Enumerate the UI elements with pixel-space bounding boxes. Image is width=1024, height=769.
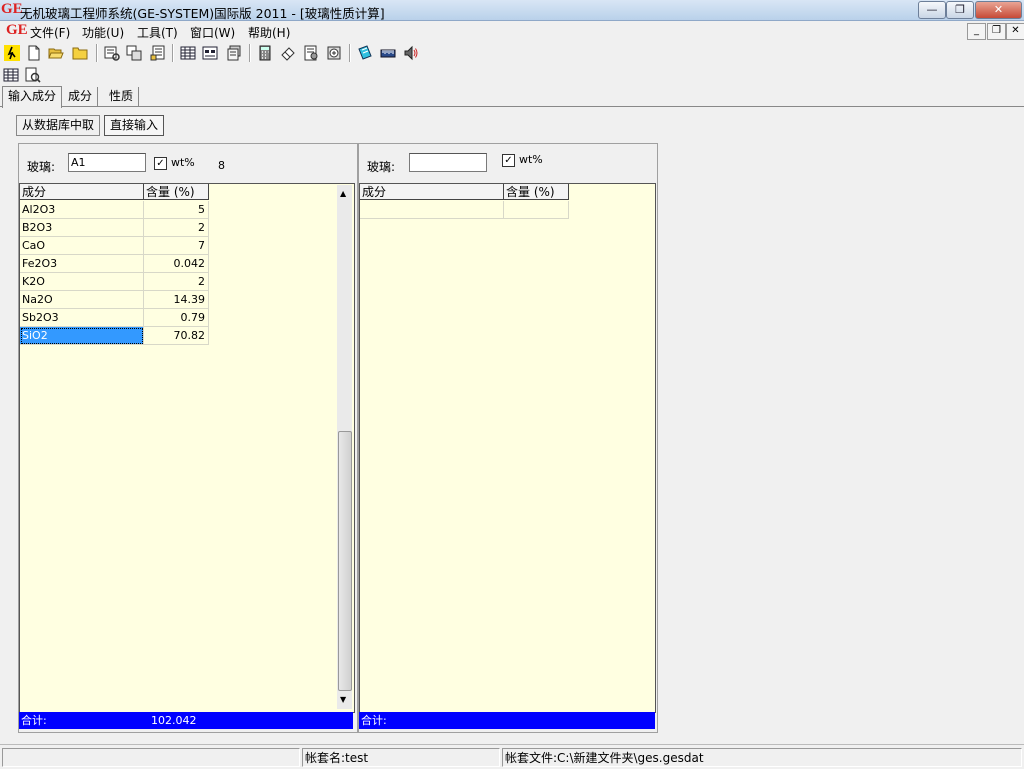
menu-function[interactable]: 功能(U) (82, 24, 124, 41)
header-component[interactable]: 成分 (20, 184, 144, 200)
open-file-icon[interactable] (48, 45, 64, 61)
header-content[interactable]: 含量 (%) (504, 184, 569, 200)
status-bar: 帐套名:test 帐套文件:C:\新建文件夹\ges.gesdat (0, 744, 1024, 769)
scroll-down-icon[interactable]: ▼ (340, 695, 346, 704)
component-content-cell[interactable]: 70.82 (144, 327, 209, 345)
menu-tools[interactable]: 工具(T) (137, 24, 178, 41)
secondary-toolbar (0, 64, 200, 84)
speaker-icon[interactable] (403, 45, 419, 61)
tab-properties[interactable]: 性质 (104, 87, 140, 106)
glass-name-input[interactable]: A1 (68, 153, 146, 172)
component-content-cell[interactable]: 14.39 (144, 291, 209, 309)
component-count: 8 (218, 159, 225, 172)
component-content-cell[interactable]: 0.79 (144, 309, 209, 327)
menu-window[interactable]: 窗口(W) (190, 24, 235, 41)
title-bar: GE 无机玻璃工程师系统(GE-SYSTEM)国际版 2011 - [玻璃性质计… (0, 0, 1024, 21)
vertical-scrollbar[interactable]: ▲ ▼ (337, 185, 352, 709)
toolbar (0, 42, 1024, 64)
right-total-bar: 合计: (359, 712, 655, 729)
tab-baseline (0, 106, 1024, 107)
from-database-button[interactable]: 从数据库中取 (16, 115, 101, 136)
table-icon[interactable] (180, 45, 196, 61)
component-content-cell[interactable]: 5 (144, 201, 209, 219)
tab-input-composition[interactable]: 输入成分 (2, 86, 63, 108)
empty-cell[interactable] (360, 201, 504, 219)
exit-icon[interactable] (4, 45, 20, 61)
form-icon[interactable] (202, 45, 218, 61)
toolbar-separator (349, 44, 351, 62)
component-content-cell[interactable]: 0.042 (144, 255, 209, 273)
component-name-cell[interactable]: SiO2 (20, 327, 144, 345)
preview-icon[interactable] (25, 67, 41, 83)
glass-label: 玻璃: (367, 160, 396, 174)
empty-cell[interactable] (504, 201, 569, 219)
child-minimize-button[interactable]: _ (967, 23, 986, 40)
component-name-cell[interactable]: Al2O3 (20, 201, 144, 219)
menu-file[interactable]: 文件(F) (30, 24, 70, 41)
scroll-thumb[interactable] (338, 431, 352, 691)
direct-input-button[interactable]: 直接输入 (104, 115, 165, 136)
header-content[interactable]: 含量 (%) (144, 184, 209, 200)
new-file-icon[interactable] (26, 45, 42, 61)
child-close-button[interactable]: ✕ (1006, 23, 1024, 40)
database-icon[interactable] (326, 45, 342, 61)
export-icon[interactable] (150, 45, 166, 61)
wt-percent-checkbox[interactable]: ✓ (154, 157, 167, 170)
menu-bar: GE 文件(F) 功能(U) 工具(T) 窗口(W) 帮助(H) _ ❐ ✕ (0, 21, 1024, 41)
component-name-cell[interactable]: Na2O (20, 291, 144, 309)
stack-icon[interactable] (226, 45, 242, 61)
grid-icon[interactable] (3, 67, 19, 83)
restore-button[interactable]: ❐ (946, 1, 974, 19)
minimize-button[interactable]: — (918, 1, 946, 19)
component-name-cell[interactable]: Fe2O3 (20, 255, 144, 273)
component-name-cell[interactable]: B2O3 (20, 219, 144, 237)
toolbar-separator (249, 44, 251, 62)
total-label: 合计: (361, 714, 387, 727)
status-account: 帐套名:test (302, 748, 500, 767)
status-cell-empty (2, 748, 300, 767)
component-name-cell[interactable]: CaO (20, 237, 144, 255)
left-composition-grid: 成分 含量 (%) Al2O3 5 B2O3 2 CaO 7 Fe2O3 0.042 K2O 2 N… (19, 183, 355, 713)
toolbar-separator (172, 44, 174, 62)
scroll-up-icon[interactable]: ▲ (340, 189, 346, 198)
header-component[interactable]: 成分 (360, 184, 504, 200)
query-icon[interactable] (104, 45, 120, 61)
menu-help[interactable]: 帮助(H) (248, 24, 290, 41)
toolbar-separator (96, 44, 98, 62)
window-title: 无机玻璃工程师系统(GE-SYSTEM)国际版 2011 - [玻璃性质计算] (20, 6, 385, 21)
total-label: 合计: (21, 714, 47, 727)
close-button[interactable]: ✕ (975, 1, 1022, 19)
left-total-bar: 合计: 102.042 (19, 712, 353, 729)
eraser-icon[interactable] (280, 45, 296, 61)
total-value: 102.042 (151, 714, 197, 727)
notebook-icon[interactable] (357, 45, 373, 61)
glass-label: 玻璃: (27, 160, 56, 174)
analysis-icon[interactable] (303, 45, 319, 61)
wt-percent-checkbox[interactable]: ✓ (502, 154, 515, 167)
component-name-cell[interactable]: K2O (20, 273, 144, 291)
data-transfer-icon[interactable] (126, 45, 142, 61)
component-content-cell[interactable]: 2 (144, 273, 209, 291)
component-name-cell[interactable]: Sb2O3 (20, 309, 144, 327)
glass-name-input[interactable] (409, 153, 487, 172)
calculator-icon[interactable] (257, 45, 273, 61)
component-content-cell[interactable]: 7 (144, 237, 209, 255)
tab-composition[interactable]: 成分 (63, 87, 99, 106)
ruler-icon[interactable] (380, 45, 396, 61)
component-content-cell[interactable]: 2 (144, 219, 209, 237)
right-composition-grid: 成分 含量 (%) (359, 183, 656, 713)
wt-percent-label: wt% (171, 156, 195, 169)
child-restore-button[interactable]: ❐ (987, 23, 1006, 40)
status-file: 帐套文件:C:\新建文件夹\ges.gesdat (502, 748, 1022, 767)
wt-percent-label: wt% (519, 153, 543, 166)
folder-icon[interactable] (72, 45, 88, 61)
document-icon[interactable]: GE (6, 22, 28, 39)
